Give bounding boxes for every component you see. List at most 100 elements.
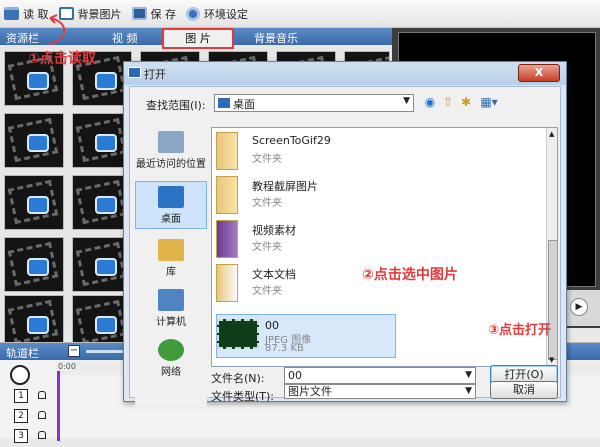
place-computer[interactable]: 计算机 [135,285,207,333]
place-label: 计算机 [156,317,186,328]
filetype-label: 文件类型(T): [211,390,275,403]
dialog-body: 查找范围(I): 桌面 ▼ ◉ ⇧ ✱ ▦▾ 最近访问的位置 桌面 库 计算机 … [129,86,561,407]
camera-icon [95,196,117,214]
file-name: 教程截屏图片 [252,180,318,193]
camera-icon [95,72,117,90]
file-item-selected[interactable]: 00 JPEG 图像 87.3 KB [216,314,396,358]
save-button[interactable]: 保 存 [128,2,183,26]
app-icon [128,67,141,78]
look-in-label: 查找范围(I): [146,99,206,112]
play-icon[interactable]: ▶ [570,298,588,316]
step1-annotation: ①点击读取 [28,51,96,67]
resource-thumbnail[interactable] [4,113,64,168]
camera-icon [27,316,49,334]
background-picture-label: 背景图片 [77,7,122,21]
chevron-down-icon: ▼ [403,96,410,106]
place-recent[interactable]: 最近访问的位置 [135,127,207,175]
dialog-title: 打开 [144,68,166,81]
jpeg-thumbnail [217,319,259,349]
view-menu-icon[interactable]: ▦▾ [478,94,500,110]
floppy-disk-icon [131,7,147,20]
track-row[interactable]: 1 [10,389,50,407]
look-in-value: 桌面 [233,98,255,111]
playhead[interactable] [57,371,60,441]
camera-icon [27,72,49,90]
environment-settings-label: 环境设定 [204,7,248,21]
lock-icon[interactable] [38,411,46,419]
step3-annotation: ③点击打开 [488,323,552,338]
computer-icon [158,289,184,311]
close-button[interactable]: X [518,64,560,82]
resource-thumbnail[interactable] [4,175,64,230]
place-label: 最近访问的位置 [136,159,206,170]
file-kind: 文件夹 [252,242,282,253]
file-kind: 文件夹 [252,198,282,209]
track-row[interactable]: 2 [10,409,50,427]
track-row[interactable]: 3 [10,429,50,447]
track-number: 3 [14,429,28,443]
filename-label: 文件名(N): [211,372,265,385]
desktop-icon [218,98,230,108]
clock-icon [10,365,30,385]
folder-icon [216,176,238,214]
camera-icon [27,134,49,152]
folder-icon [216,132,238,170]
scrollbar-thumb[interactable] [548,240,557,360]
file-item[interactable]: 视频素材 文件夹 [216,218,396,262]
file-name: 视频素材 [252,224,296,237]
file-kind: 文件夹 [252,286,282,297]
scroll-up-icon[interactable]: ▲ [549,130,557,138]
place-desktop[interactable]: 桌面 [135,181,207,229]
file-item[interactable]: ScreenToGif29 文件夹 [216,130,396,174]
chevron-down-icon: ▼ [465,370,472,380]
place-library[interactable]: 库 [135,235,207,283]
filename-input[interactable]: 00 ▼ [284,367,476,384]
up-folder-icon[interactable]: ⇧ [440,94,456,110]
chevron-down-icon: ▼ [465,386,472,396]
place-label: 库 [166,267,176,278]
gear-icon [186,6,200,21]
cancel-button[interactable]: 取消 [490,381,558,399]
place-network[interactable]: 网络 [135,335,207,383]
place-label: 网络 [161,367,181,378]
dialog-titlebar: 打开 X [124,62,566,85]
look-in-select[interactable]: 桌面 ▼ [214,94,414,112]
places-bar: 最近访问的位置 桌面 库 计算机 网络 [135,127,207,407]
filetype-select[interactable]: 图片文件 ▼ [284,384,476,399]
place-label: 桌面 [161,214,181,225]
desktop-icon [158,186,184,208]
save-label: 保 存 [150,7,177,21]
network-icon [158,339,184,361]
camera-icon [95,258,117,276]
camera-icon [95,316,117,334]
tab-background-music[interactable]: 背景音乐 [254,30,298,46]
new-folder-icon[interactable]: ✱ [458,94,474,110]
resource-thumbnail[interactable] [4,237,64,292]
filename-value: 00 [288,369,302,382]
annotation-arrow [49,14,66,45]
file-kind: 文件夹 [252,154,282,165]
environment-settings-button[interactable]: 环境设定 [182,2,254,26]
tab-picture[interactable]: 图 片 [162,28,234,49]
main-toolbar: 读 取 背景图片 保 存 环境设定 [0,0,600,28]
file-item[interactable]: 教程截屏图片 文件夹 [216,174,396,218]
file-name: ScreenToGif29 [252,134,331,147]
track-number: 1 [14,389,28,403]
camera-icon [27,196,49,214]
camera-icon [95,134,117,152]
track-panel-title: 轨道栏 [6,347,39,360]
folder-icon [216,220,238,258]
recent-places-icon [158,131,184,153]
file-name: 文本文档 [252,268,296,281]
back-icon[interactable]: ◉ [422,94,438,110]
lock-icon[interactable] [38,391,46,399]
tab-video[interactable]: 视 频 [112,30,138,46]
zoom-out-button[interactable]: − [68,345,80,357]
step2-annotation: ②点击选中图片 [362,267,458,283]
folder-icon [216,264,238,302]
ruler-start-label: 0:00 [58,362,76,371]
filetype-value: 图片文件 [288,385,332,398]
scroll-down-icon[interactable]: ▼ [549,356,557,364]
file-size: 87.3 KB [265,343,304,354]
library-icon [158,239,184,261]
